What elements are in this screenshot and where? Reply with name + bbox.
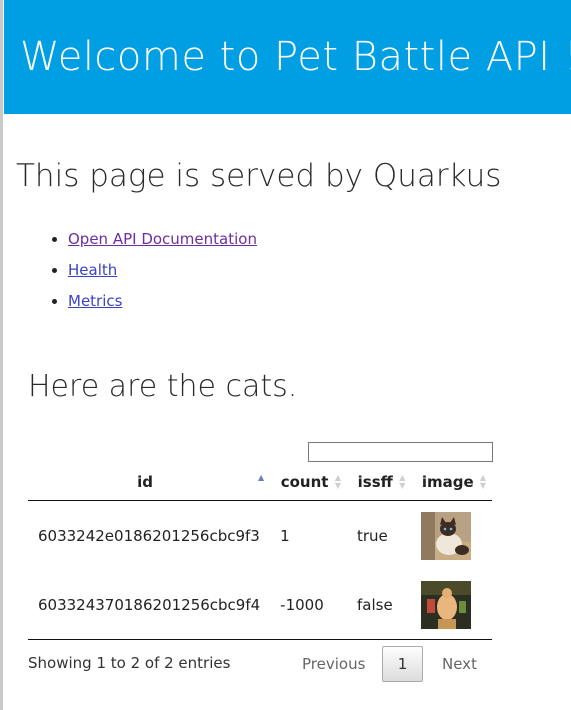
cat-photo-thumbnail-icon [421, 511, 472, 560]
cell-count: 1 [280, 526, 290, 545]
page-title: Welcome to Pet Battle API ! [20, 34, 571, 80]
page-1-button[interactable]: 1 [382, 646, 423, 682]
cell-image [411, 501, 492, 571]
column-header-count[interactable]: count ▲ ▼ [270, 464, 347, 501]
column-header-image[interactable]: image ▲ ▼ [411, 464, 492, 501]
header-banner: Welcome to Pet Battle API ! [4, 0, 571, 114]
table-info: Showing 1 to 2 of 2 entries [28, 654, 231, 672]
link-list: Open API Documentation Health Metrics [50, 226, 257, 319]
cell-issff: false [346, 570, 412, 640]
list-item: Open API Documentation [68, 226, 257, 257]
table-row: 6033242e0186201256cbc9f3 1 true [28, 501, 492, 571]
previous-page-button[interactable]: Previous [302, 655, 365, 673]
cell-count: -1000 [270, 570, 347, 640]
sort-ascending-icon: ▲ [258, 473, 265, 482]
sort-icon: ▲ ▼ [334, 473, 341, 490]
window-left-edge [0, 0, 3, 710]
next-page-button[interactable]: Next [442, 655, 477, 673]
list-item: Health [68, 257, 257, 288]
cell-id: 603324370186201256cbc9f4 [28, 570, 271, 640]
cell-id: 6033242e0186201256cbc9f3 [38, 526, 260, 545]
search-input[interactable] [308, 442, 493, 462]
cat-photo-thumbnail-icon [421, 580, 472, 629]
cell-issff: true [356, 526, 388, 545]
subtitle: This page is served by Quarkus [16, 158, 502, 194]
metrics-link[interactable]: Metrics [68, 292, 122, 310]
table-header-row: id ▲ count ▲ ▼ issff ▲ ▼ image ▲ ▼ [28, 464, 492, 501]
cell-image [411, 570, 492, 640]
column-header-issff[interactable]: issff ▲ ▼ [346, 464, 412, 501]
cats-table: id ▲ count ▲ ▼ issff ▲ ▼ image ▲ ▼ 6033242e… [28, 464, 492, 640]
list-item: Metrics [68, 288, 257, 319]
cats-heading: Here are the cats. [28, 369, 298, 404]
table-row: 603324370186201256cbc9f4 -1000 false [28, 570, 492, 640]
column-header-id[interactable]: id ▲ [28, 464, 271, 501]
sort-icon: ▲ ▼ [479, 473, 486, 490]
health-link[interactable]: Health [68, 261, 117, 279]
openapi-docs-link[interactable]: Open API Documentation [68, 230, 257, 248]
sort-icon: ▲ ▼ [399, 473, 406, 490]
